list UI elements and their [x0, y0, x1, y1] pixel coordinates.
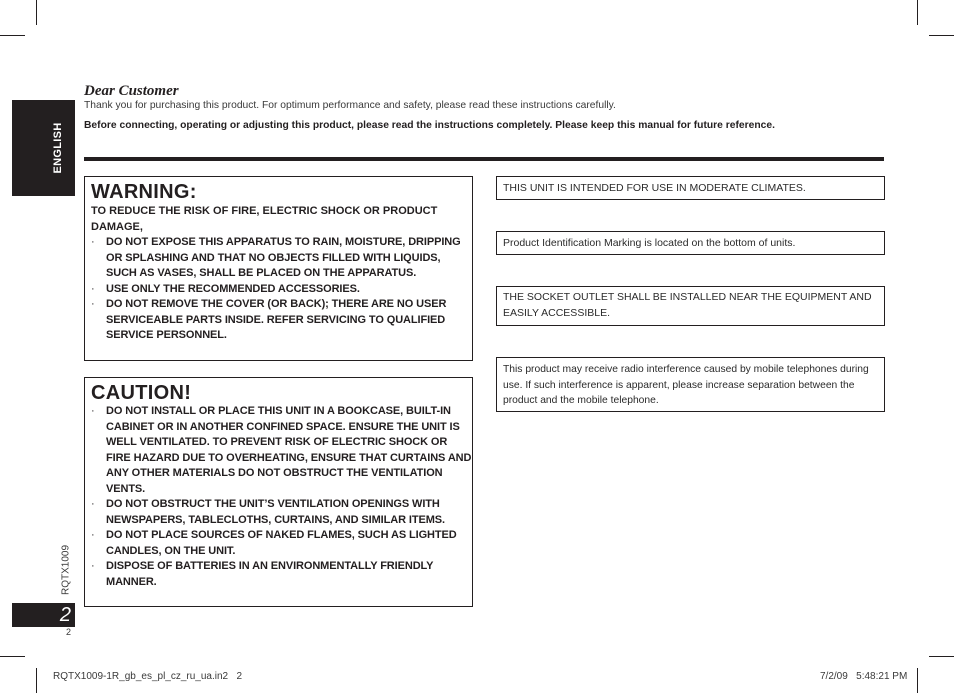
intro-bold-text: Before connecting, operating or adjustin…: [84, 120, 775, 131]
bullet-icon: ·: [91, 560, 95, 572]
page-number-small: 2: [66, 627, 72, 637]
bullet-icon: ·: [91, 529, 95, 541]
bullet-icon: ·: [91, 282, 95, 295]
note-identification: Product Identification Marking is locate…: [496, 231, 885, 255]
language-tab: ENGLISH: [12, 100, 75, 196]
crop-mark: [0, 656, 25, 657]
list-item: · DO NOT INSTALL OR PLACE THIS UNIT IN A …: [91, 404, 472, 497]
divider-rule: [84, 157, 884, 161]
note-climate: THIS UNIT IS INTENDED FOR USE IN MODERAT…: [496, 176, 885, 200]
page-number: 2: [59, 604, 71, 626]
crop-mark: [0, 35, 25, 36]
crop-mark: [917, 0, 918, 25]
crop-mark: [929, 656, 954, 657]
intro-text: Thank you for purchasing this product. F…: [84, 100, 616, 111]
crop-mark: [36, 668, 37, 693]
doc-code-label: RQTX1009: [60, 544, 72, 596]
crop-mark: [929, 35, 954, 36]
doc-code: RQTX1009: [56, 545, 76, 595]
language-label: ENGLISH: [51, 122, 64, 174]
bullet-icon: ·: [91, 236, 95, 248]
list-item: · DO NOT PLACE SOURCES OF NAKED FLAMES, S…: [91, 528, 472, 559]
warning-lead: TO REDUCE THE RISK OF FIRE, ELECTRIC SHO…: [91, 205, 438, 233]
bullet-icon: ·: [91, 405, 95, 417]
item-text: DO NOT EXPOSE THIS APPARATUS TO RAIN, MO…: [106, 236, 461, 279]
list-item: · DO NOT OBSTRUCT THE UNIT’S VENTILATION …: [91, 497, 472, 528]
item-text: USE ONLY THE RECOMMENDED ACCESSORIES.: [106, 282, 360, 295]
list-item: · USE ONLY THE RECOMMENDED ACCESSORIES.: [91, 282, 472, 298]
footer-filename: RQTX1009-1R_gb_es_pl_cz_ru_ua.in2 2: [53, 671, 243, 682]
list-item: · DISPOSE OF BATTERIES IN AN ENVIRONMENTA…: [91, 559, 472, 590]
caution-list: · DO NOT INSTALL OR PLACE THIS UNIT IN A …: [91, 404, 472, 590]
item-text: DO NOT INSTALL OR PLACE THIS UNIT IN A B…: [106, 405, 472, 495]
warning-heading: WARNING:: [91, 181, 197, 203]
page-title: Dear Customer: [84, 83, 179, 99]
page-number-box: 2: [12, 603, 75, 627]
bullet-icon: ·: [91, 298, 95, 310]
bullet-icon: ·: [91, 498, 95, 510]
note-socket-outlet: THE SOCKET OUTLET SHALL BE INSTALLED NEA…: [496, 286, 885, 326]
list-item: · DO NOT EXPOSE THIS APPARATUS TO RAIN, M…: [91, 235, 472, 282]
note-radio-interference: This product may receive radio interfere…: [496, 357, 885, 412]
caution-heading: CAUTION!: [91, 382, 192, 404]
item-text: DISPOSE OF BATTERIES IN AN ENVIRONMENTAL…: [106, 560, 434, 588]
item-text: DO NOT OBSTRUCT THE UNIT’S VENTILATION O…: [106, 498, 445, 526]
warning-list: · DO NOT EXPOSE THIS APPARATUS TO RAIN, M…: [91, 235, 472, 344]
crop-mark: [36, 0, 37, 25]
footer-timestamp: 7/2/09 5:48:21 PM: [820, 671, 908, 682]
item-text: DO NOT PLACE SOURCES OF NAKED FLAMES, SU…: [106, 529, 457, 557]
caution-box: CAUTION! · DO NOT INSTALL OR PLACE THIS U…: [84, 377, 473, 607]
item-text: DO NOT REMOVE THE COVER (OR BACK); THERE…: [106, 298, 447, 341]
warning-box: WARNING: TO REDUCE THE RISK OF FIRE, ELE…: [84, 176, 473, 361]
crop-mark: [917, 668, 918, 693]
list-item: · DO NOT REMOVE THE COVER (OR BACK); THER…: [91, 297, 472, 344]
